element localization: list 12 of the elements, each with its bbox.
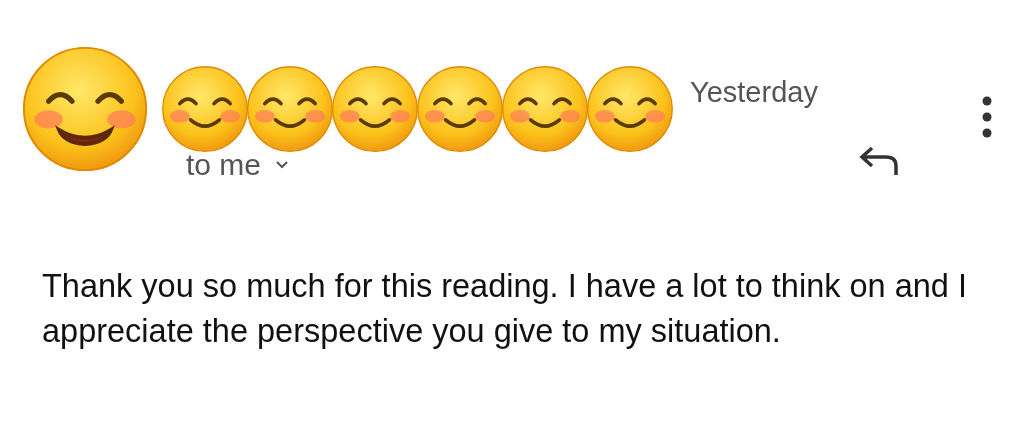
chevron-down-icon[interactable] (275, 160, 290, 170)
smiley-sticker-icon (160, 64, 250, 154)
smiley-sticker-icon (500, 64, 590, 154)
message-body: Thank you so much for this reading. I have a lot to think on and I appreciate the perspective you give to my situation. (42, 267, 968, 351)
smiley-avatar-icon (20, 44, 150, 174)
smiley-sticker-icon (415, 64, 505, 154)
smiley-sticker-icon (330, 64, 420, 154)
more-options-icon[interactable] (981, 96, 992, 138)
smiley-sticker-icon (585, 64, 675, 154)
smiley-sticker-icon (245, 64, 335, 154)
message-date: Yesterday (690, 76, 818, 109)
recipient-label[interactable]: to me (186, 148, 262, 182)
